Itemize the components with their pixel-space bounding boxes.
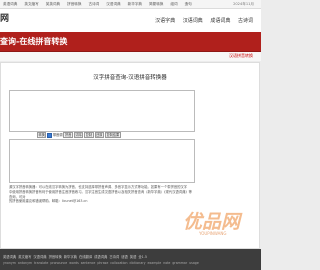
- clear-button[interactable]: 清除: [73, 132, 84, 139]
- nav-item[interactable]: 汉语词典: [183, 18, 203, 24]
- footer-links: 英语词典 英文缩写 汉语词典 拼音转换 新华字典 在线翻译 成语词典 古诗词 谜语 英语 全1.5: [3, 254, 149, 259]
- top-date: 2024年11月: [233, 2, 254, 6]
- footer-link[interactable]: 英语词典: [3, 255, 16, 259]
- footer-link[interactable]: 全1.5: [138, 255, 147, 259]
- description-line: 的拼音使用建议和错误帮助。邮箱：licunet@163.cn: [9, 199, 88, 204]
- top-link[interactable]: 英文缩写: [24, 0, 38, 8]
- nav-item[interactable]: 古诗词: [238, 18, 253, 24]
- footer-link[interactable]: 英文缩写: [18, 255, 31, 259]
- top-link[interactable]: 古诗词: [89, 0, 100, 8]
- footer-link[interactable]: note: [163, 261, 170, 265]
- restore-button[interactable]: 还原: [94, 132, 104, 139]
- breadcrumb: 汉语拼音转换: [0, 52, 261, 61]
- footer-link[interactable]: 谜语: [121, 255, 128, 259]
- top-link[interactable]: 新华字典: [128, 0, 142, 8]
- site-header: 网 汉语字典 汉语词典 成语词典 古诗词: [0, 9, 261, 32]
- copy-button[interactable]: 复制: [84, 132, 94, 139]
- top-link[interactable]: 英语词典: [3, 0, 17, 8]
- footer-link[interactable]: 汉语词典: [33, 255, 46, 259]
- nav-item[interactable]: 汉语字典: [155, 18, 175, 24]
- tone-checkbox-label: 带音调: [52, 133, 63, 137]
- footer-link[interactable]: usage: [189, 261, 199, 265]
- copy-result-button[interactable]: 复制结果: [104, 132, 121, 139]
- description-line: 中使用拼音转换拼音有利于使用拼音注音拼音练习。汉字注音生成汉语拼音以及相关拼音查…: [9, 189, 192, 199]
- tool-description: 源汉字拼音转换器：可以在线汉字转换为拼音，也支持选择带拼音声调、多音字显示方式等…: [9, 185, 195, 204]
- footer-link[interactable]: grammar: [172, 261, 187, 265]
- top-link[interactable]: 造句: [185, 0, 192, 8]
- page-banner: 查询-在线拼音转换: [0, 32, 261, 52]
- main-nav: 汉语字典 汉语词典 成语词典 古诗词: [149, 17, 253, 24]
- top-link[interactable]: 汉语词典: [106, 0, 120, 8]
- footer-link[interactable]: 在线翻译: [79, 255, 92, 259]
- tool-title: 汉字拼音查询-汉语拼音转换器: [93, 75, 167, 81]
- top-link[interactable]: 拼音转换: [67, 0, 81, 8]
- watermark-text: 优品网: [183, 211, 241, 233]
- footer-link[interactable]: 拼音转换: [49, 255, 62, 259]
- nav-item[interactable]: 成语词典: [210, 18, 230, 24]
- input-textarea[interactable]: [9, 90, 195, 132]
- top-bar: 英语词典 英文缩写 英英词典 拼音转换 古诗词 汉语词典 新华字典 简繁转换 组词 造句 2024…: [0, 0, 261, 9]
- footer-link[interactable]: sentence: [81, 261, 96, 265]
- site-footer: 英语词典 英文缩写 汉语词典 拼音转换 新华字典 在线翻译 成语词典 古诗词 谜语 英语 全1.5 …: [0, 249, 261, 270]
- footer-link[interactable]: 新华字典: [64, 255, 77, 259]
- breadcrumb-label[interactable]: 汉语拼音转换: [229, 53, 253, 59]
- page-title: 查询-在线拼音转换: [0, 37, 68, 46]
- tone-checkbox[interactable]: [47, 132, 53, 138]
- footer-link[interactable]: translate: [34, 261, 48, 265]
- watermark-subtext: YOUPINWANG: [199, 231, 227, 236]
- footer-link[interactable]: example: [147, 261, 161, 265]
- footer-link[interactable]: dictionary: [130, 261, 146, 265]
- footer-link[interactable]: 英语: [130, 255, 137, 259]
- footer-link[interactable]: pronounce: [50, 261, 67, 265]
- footer-link[interactable]: phrase: [97, 261, 108, 265]
- top-link[interactable]: 简繁转换: [149, 0, 163, 8]
- convert-button[interactable]: 转换: [37, 132, 47, 139]
- footer-link[interactable]: words: [69, 261, 79, 265]
- footer-link[interactable]: ynonym: [3, 261, 16, 265]
- top-link[interactable]: 组词: [170, 0, 177, 8]
- footer-link[interactable]: collocation: [110, 261, 127, 265]
- converter-toolbar: 转换 带音调 拼音 清除 复制 还原 复制结果: [37, 132, 122, 139]
- footer-link[interactable]: 古诗词: [109, 255, 119, 259]
- footer-link[interactable]: 成语词典: [94, 255, 107, 259]
- site-logo[interactable]: 网: [0, 11, 9, 24]
- footer-links-secondary: ynonym antonym translate pronounce words sent…: [3, 261, 201, 265]
- pinyin-button[interactable]: 拼音: [63, 132, 73, 139]
- top-link[interactable]: 英英词典: [46, 0, 60, 8]
- output-textarea[interactable]: [9, 139, 195, 183]
- footer-link[interactable]: antonym: [18, 261, 32, 265]
